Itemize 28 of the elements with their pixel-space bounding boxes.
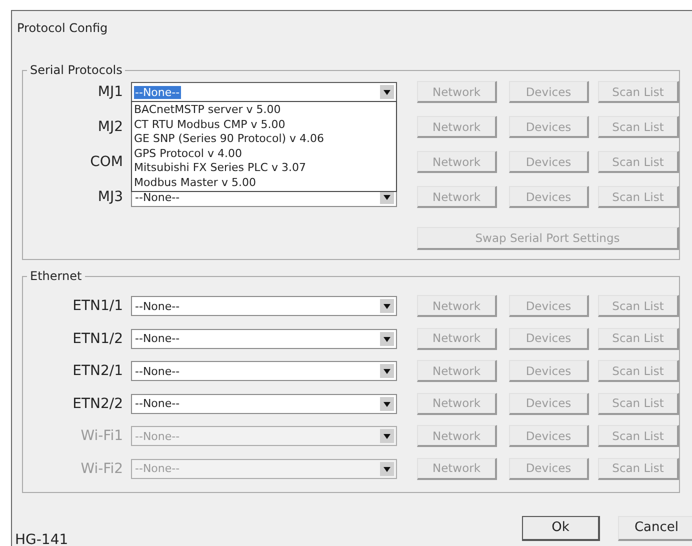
window-title: Protocol Config: [16, 20, 109, 37]
protocol-dropdown[interactable]: --None--: [131, 394, 397, 414]
protocol-dropdown[interactable]: --None--: [131, 361, 397, 381]
port-label: MJ2: [96, 119, 123, 135]
dropdown-option[interactable]: BACnetMSTP server v 5.00: [134, 103, 394, 118]
dropdown-option[interactable]: CT RTU Modbus CMP v 5.00: [134, 118, 394, 132]
port-label: COM: [89, 154, 123, 170]
port-label: MJ1: [96, 84, 123, 100]
dropdown-option[interactable]: Modbus Master v 5.00: [134, 176, 394, 190]
dropdown-option[interactable]: Mitsubishi FX Series PLC v 3.07: [134, 161, 394, 176]
group-title: Ethernet: [29, 269, 83, 283]
protocol-dropdown[interactable]: --None--: [131, 328, 397, 348]
port-label: Wi-Fi2: [80, 460, 123, 476]
protocol-dropdown: --None--: [131, 458, 397, 478]
dropdown-option[interactable]: GE SNP (Series 90 Protocol) v 4.06: [134, 132, 394, 146]
dropdown-option[interactable]: GPS Protocol v 4.00: [134, 146, 394, 161]
model-label: HG-141: [15, 532, 68, 546]
protocol-dropdown: --None--: [131, 426, 397, 446]
port-label: ETN1/1: [72, 298, 123, 314]
port-label: ETN1/2: [72, 330, 123, 346]
dialog-button[interactable]: Cancel: [618, 516, 692, 540]
port-label: MJ3: [96, 189, 123, 205]
protocol-dropdown[interactable]: --None--: [131, 296, 397, 316]
port-label: ETN2/1: [72, 363, 123, 379]
port-label: ETN2/2: [72, 396, 123, 412]
port-label: Wi-Fi1: [80, 428, 123, 444]
dialog-button[interactable]: Ok: [522, 516, 600, 540]
group-title: Serial Protocols: [29, 63, 124, 77]
